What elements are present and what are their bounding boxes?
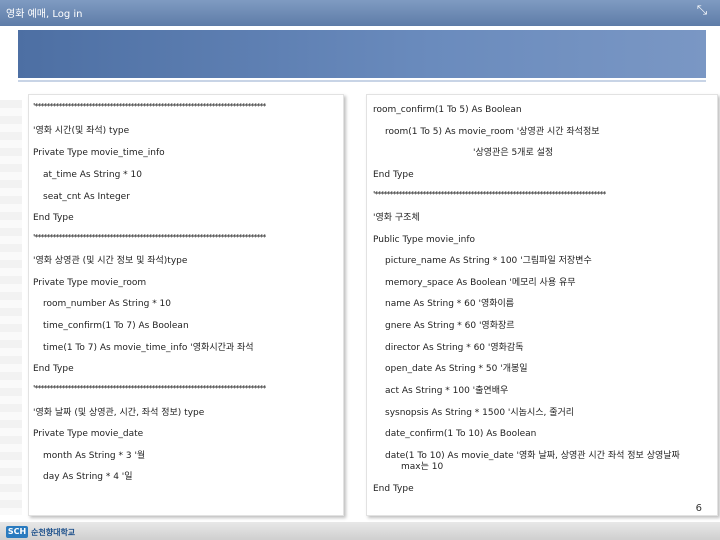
code-line: at_time As String * 10: [43, 170, 142, 180]
code-line: sysnopsis As String * 1500 '시놉시스, 줄거리: [385, 408, 575, 418]
code-line: '상영관은 5개로 설정: [473, 148, 554, 158]
banner-divider: [18, 80, 706, 82]
code-line: '영화 시간(및 좌석) type: [33, 126, 130, 136]
code-line: name As String * 60 '영화이름: [385, 299, 515, 309]
header-banner: [18, 30, 706, 78]
code-line: '영화 날짜 (및 상영관, 시간, 좌석 정보) type: [33, 408, 205, 418]
right-code-panel: room_confirm(1 To 5) As Boolean room(1 T…: [366, 94, 718, 516]
code-line: seat_cnt As Integer: [43, 192, 130, 202]
code-line: day As String * 4 '일: [43, 472, 133, 482]
window-title: 영화 예매, Log in: [6, 9, 83, 20]
code-line: '영화 구조체: [373, 213, 420, 223]
code-line: gnere As String * 60 '영화장르: [385, 321, 515, 331]
side-decoration: [0, 100, 22, 515]
code-line: room(1 To 5) As movie_room '상영관 시간 좌석정보: [385, 127, 600, 137]
code-line: act As String * 100 '출연배우: [385, 386, 509, 396]
code-line: '***************************************…: [33, 102, 266, 111]
code-line: '영화 상영관 (및 시간 정보 및 좌석)type: [33, 256, 188, 266]
code-line: date_confirm(1 To 10) As Boolean: [385, 429, 537, 439]
code-line: director As String * 60 '영화감독: [385, 343, 524, 353]
footer-bar: [0, 522, 720, 540]
code-line: time(1 To 7) As movie_time_info '영화시간과 좌…: [43, 343, 254, 353]
code-line: '***************************************…: [33, 233, 266, 242]
code-line: End Type: [33, 364, 74, 374]
code-line: time_confirm(1 To 7) As Boolean: [43, 321, 189, 331]
code-line: Public Type movie_info: [373, 235, 476, 245]
code-line: month As String * 3 '월: [43, 451, 146, 461]
code-line: max는 10: [401, 462, 444, 472]
code-line: '***************************************…: [373, 190, 606, 199]
code-line: picture_name As String * 100 '그림파일 저장변수: [385, 256, 592, 266]
code-line: date(1 To 10) As movie_date '영화 날짜, 상영관 …: [385, 451, 680, 461]
resize-arrows-icon[interactable]: ⤡: [694, 3, 710, 19]
university-logo: SCH 순천향대학교: [6, 525, 75, 539]
logo-text: 순천향대학교: [31, 527, 76, 537]
code-line: Private Type movie_date: [33, 429, 144, 439]
logo-mark: SCH: [6, 526, 28, 538]
code-line: open_date As String * 50 '개봉일: [385, 364, 528, 374]
code-line: '***************************************…: [33, 384, 266, 393]
code-line: End Type: [373, 170, 414, 180]
page-number: 6: [695, 503, 702, 514]
code-line: Private Type movie_room: [33, 278, 147, 288]
code-line: memory_space As Boolean '메모리 사용 유무: [385, 278, 576, 288]
code-line: End Type: [33, 213, 74, 223]
left-code-panel: '***************************************…: [28, 94, 344, 516]
code-line: Private Type movie_time_info: [33, 148, 165, 158]
code-line: room_confirm(1 To 5) As Boolean: [373, 105, 522, 115]
code-line: room_number As String * 10: [43, 299, 172, 309]
code-line: End Type: [373, 484, 414, 494]
title-bar: 영화 예매, Log in ⤡: [0, 0, 720, 26]
